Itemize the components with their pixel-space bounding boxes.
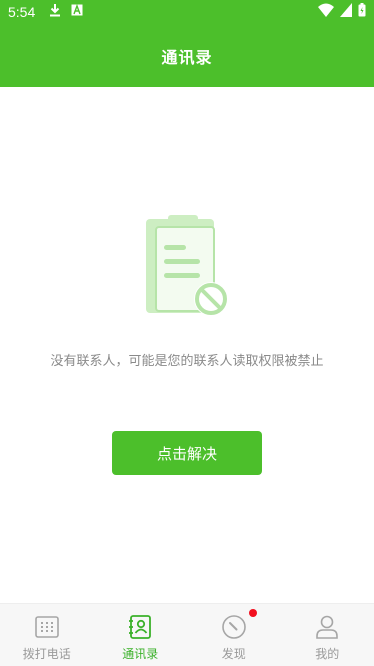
dialpad-icon [33, 613, 61, 641]
notification-badge [249, 609, 257, 617]
clipboard-blocked-icon [140, 213, 236, 321]
nav-label-dial: 拨打电话 [22, 647, 71, 661]
status-system-icons [318, 3, 366, 21]
wifi-icon [318, 3, 334, 21]
nav-item-contacts[interactable]: 通讯录 [94, 604, 188, 666]
font-icon [71, 4, 83, 20]
person-icon [313, 613, 341, 641]
app-bar: 通讯录 [0, 24, 374, 87]
nav-item-discover[interactable]: 发现 [187, 604, 281, 666]
nav-item-profile[interactable]: 我的 [281, 604, 374, 666]
resolve-permission-button[interactable]: 点击解决 [112, 431, 262, 475]
status-time: 5:54 [8, 4, 36, 20]
empty-state-message: 没有联系人，可能是您的联系人读取权限被禁止 [50, 354, 324, 369]
nav-item-dial[interactable]: 拨打电话 [0, 604, 94, 666]
nav-label-profile: 我的 [315, 647, 340, 661]
download-icon [49, 3, 61, 21]
status-bar: 5:54 [0, 0, 374, 24]
battery-icon [358, 3, 366, 21]
signal-icon [340, 3, 352, 21]
status-notification-icons [49, 3, 83, 21]
compass-icon [220, 613, 248, 641]
nav-label-contacts: 通讯录 [122, 647, 159, 661]
contacts-book-icon [126, 613, 154, 641]
bottom-nav: 拨打电话 通讯录 发现 我的 [0, 603, 374, 666]
page-title: 通讯录 [161, 47, 213, 67]
nav-label-discover: 发现 [221, 647, 246, 661]
